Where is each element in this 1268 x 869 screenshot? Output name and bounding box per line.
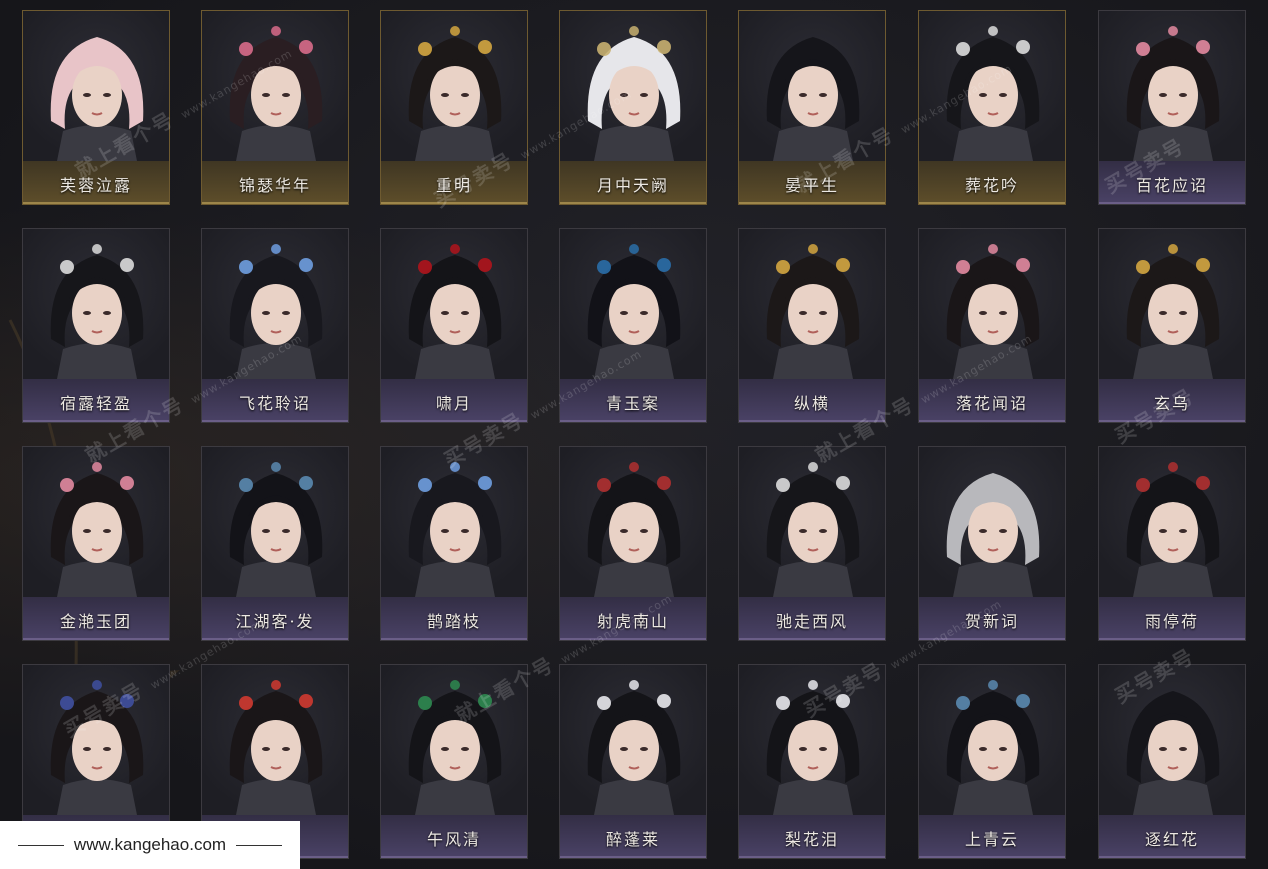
hairstyle-card[interactable]: 射虎南山 — [559, 446, 707, 641]
portrait-image — [919, 665, 1065, 815]
hairstyle-card[interactable]: 重明 — [380, 10, 528, 205]
hairstyle-card[interactable]: 梨花泪 — [738, 664, 886, 859]
hairstyle-name: 重明 — [435, 176, 472, 195]
hairstyle-card[interactable]: 逐红花 — [1098, 664, 1246, 859]
hairstyle-card[interactable]: 醉蓬莱 — [559, 664, 707, 859]
hairstyle-name: 青玉案 — [605, 394, 660, 413]
hairstyle-name: 醉蓬莱 — [605, 830, 660, 849]
hairstyle-card[interactable]: 金滟玉团 — [22, 446, 170, 641]
portrait-image — [23, 447, 169, 597]
hairstyle-card[interactable]: 午风清 — [380, 664, 528, 859]
hairstyle-name: 百花应诏 — [1135, 176, 1208, 195]
hairstyle-name: 葬花吟 — [964, 176, 1019, 195]
portrait-image — [739, 11, 885, 161]
portrait-image — [919, 447, 1065, 597]
hairstyle-name: 落花闻诏 — [955, 394, 1028, 413]
hairstyle-card[interactable]: 月中天阙 — [559, 10, 707, 205]
divider — [236, 844, 283, 846]
hairstyle-card[interactable]: 飞花聆诏 — [201, 228, 349, 423]
hairstyle-name: 逐红花 — [1144, 830, 1199, 849]
hairstyle-card[interactable]: 锦瑟华年 — [201, 10, 349, 205]
portrait-image — [381, 11, 527, 161]
hairstyle-name: 午风清 — [426, 830, 481, 849]
portrait-image — [381, 229, 527, 379]
hairstyle-card[interactable]: 纵横 — [738, 228, 886, 423]
portrait-image — [23, 11, 169, 161]
portrait-image — [560, 229, 706, 379]
hairstyle-gallery-page: 芙蓉泣露 锦瑟华年 重明 月中天阙 晏平生 葬花吟 百花应诏 宿露轻盈 飞花聆诏… — [0, 0, 1268, 869]
hairstyle-card[interactable]: 上青云 — [918, 664, 1066, 859]
hairstyle-grid: 芙蓉泣露 锦瑟华年 重明 月中天阙 晏平生 葬花吟 百花应诏 宿露轻盈 飞花聆诏… — [0, 0, 1268, 869]
portrait-image — [23, 229, 169, 379]
portrait-image — [560, 11, 706, 161]
portrait-image — [202, 11, 348, 161]
hairstyle-name: 玄乌 — [1153, 394, 1190, 413]
hairstyle-name: 啸月 — [435, 394, 472, 413]
hairstyle-name: 梨花泪 — [784, 830, 839, 849]
hairstyle-card[interactable]: 鹊踏枝 — [380, 446, 528, 641]
hairstyle-card[interactable]: 落花闻诏 — [918, 228, 1066, 423]
hairstyle-card[interactable]: 啸月 — [380, 228, 528, 423]
hairstyle-card[interactable]: 江湖客·发 — [201, 446, 349, 641]
divider — [17, 844, 64, 846]
portrait-image — [381, 447, 527, 597]
hairstyle-card[interactable]: 葬花吟 — [918, 10, 1066, 205]
footer-url-banner: www.kangehao.com — [0, 821, 300, 869]
hairstyle-name: 飞花聆诏 — [238, 394, 311, 413]
portrait-image — [739, 447, 885, 597]
portrait-image — [23, 665, 169, 815]
hairstyle-name: 贺新词 — [964, 612, 1019, 631]
hairstyle-card[interactable]: 雨停荷 — [1098, 446, 1246, 641]
hairstyle-name: 锦瑟华年 — [238, 176, 311, 195]
portrait-image — [202, 447, 348, 597]
hairstyle-card[interactable]: 宿露轻盈 — [22, 228, 170, 423]
portrait-image — [1099, 11, 1245, 161]
portrait-image — [202, 229, 348, 379]
hairstyle-card[interactable]: 青玉案 — [559, 228, 707, 423]
hairstyle-name: 上青云 — [964, 830, 1019, 849]
portrait-image — [1099, 665, 1245, 815]
portrait-image — [1099, 447, 1245, 597]
hairstyle-name: 鹊踏枝 — [426, 612, 481, 631]
portrait-image — [739, 229, 885, 379]
hairstyle-name: 金滟玉团 — [59, 612, 132, 631]
hairstyle-name: 月中天阙 — [596, 176, 669, 195]
hairstyle-name: 驰走西风 — [775, 612, 848, 631]
portrait-image — [381, 665, 527, 815]
portrait-image — [560, 447, 706, 597]
portrait-image — [919, 229, 1065, 379]
portrait-image — [560, 665, 706, 815]
hairstyle-name: 宿露轻盈 — [59, 394, 132, 413]
hairstyle-card[interactable]: 驰走西风 — [738, 446, 886, 641]
hairstyle-name: 雨停荷 — [1144, 612, 1199, 631]
footer-url: www.kangehao.com — [73, 835, 227, 854]
hairstyle-card[interactable]: 贺新词 — [918, 446, 1066, 641]
portrait-image — [919, 11, 1065, 161]
hairstyle-card[interactable]: 百花应诏 — [1098, 10, 1246, 205]
hairstyle-name: 芙蓉泣露 — [59, 176, 132, 195]
portrait-image — [202, 665, 348, 815]
hairstyle-card[interactable]: 晏平生 — [738, 10, 886, 205]
hairstyle-card[interactable]: 芙蓉泣露 — [22, 10, 170, 205]
portrait-image — [739, 665, 885, 815]
portrait-image — [1099, 229, 1245, 379]
hairstyle-name: 晏平生 — [784, 176, 839, 195]
hairstyle-name: 江湖客·发 — [235, 612, 315, 631]
hairstyle-name: 射虎南山 — [596, 612, 669, 631]
hairstyle-card[interactable]: 玄乌 — [1098, 228, 1246, 423]
hairstyle-name: 纵横 — [793, 394, 830, 413]
